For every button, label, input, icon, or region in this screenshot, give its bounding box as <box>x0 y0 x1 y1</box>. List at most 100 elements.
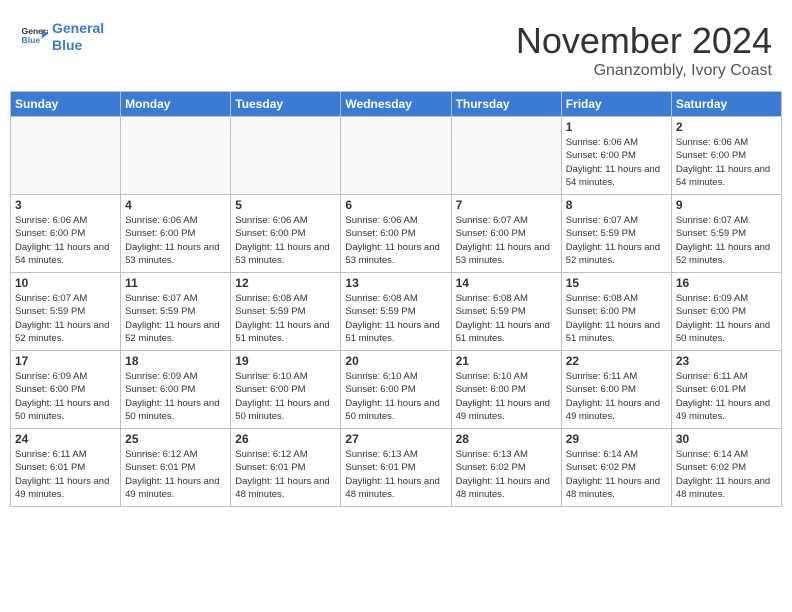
day-number: 9 <box>676 198 777 212</box>
day-info: Sunrise: 6:07 AM Sunset: 6:00 PM Dayligh… <box>456 214 557 267</box>
calendar-cell <box>231 117 341 195</box>
day-info: Sunrise: 6:14 AM Sunset: 6:02 PM Dayligh… <box>566 448 667 501</box>
day-info: Sunrise: 6:09 AM Sunset: 6:00 PM Dayligh… <box>676 292 777 345</box>
day-info: Sunrise: 6:13 AM Sunset: 6:01 PM Dayligh… <box>345 448 446 501</box>
weekday-header-saturday: Saturday <box>671 92 781 117</box>
day-number: 24 <box>15 432 116 446</box>
day-number: 21 <box>456 354 557 368</box>
day-info: Sunrise: 6:11 AM Sunset: 6:00 PM Dayligh… <box>566 370 667 423</box>
calendar-cell: 10 Sunrise: 6:07 AM Sunset: 5:59 PM Dayli… <box>11 273 121 351</box>
day-info: Sunrise: 6:08 AM Sunset: 5:59 PM Dayligh… <box>235 292 336 345</box>
calendar-cell: 24 Sunrise: 6:11 AM Sunset: 6:01 PM Dayli… <box>11 429 121 507</box>
calendar-cell: 4 Sunrise: 6:06 AM Sunset: 6:00 PM Daylig… <box>121 195 231 273</box>
day-info: Sunrise: 6:10 AM Sunset: 6:00 PM Dayligh… <box>345 370 446 423</box>
weekday-header-wednesday: Wednesday <box>341 92 451 117</box>
calendar-cell: 23 Sunrise: 6:11 AM Sunset: 6:01 PM Dayli… <box>671 351 781 429</box>
day-number: 19 <box>235 354 336 368</box>
calendar-cell <box>451 117 561 195</box>
day-number: 26 <box>235 432 336 446</box>
weekday-header-monday: Monday <box>121 92 231 117</box>
calendar-cell: 5 Sunrise: 6:06 AM Sunset: 6:00 PM Daylig… <box>231 195 341 273</box>
calendar-cell: 15 Sunrise: 6:08 AM Sunset: 6:00 PM Dayli… <box>561 273 671 351</box>
day-info: Sunrise: 6:08 AM Sunset: 5:59 PM Dayligh… <box>456 292 557 345</box>
day-number: 11 <box>125 276 226 290</box>
day-info: Sunrise: 6:08 AM Sunset: 5:59 PM Dayligh… <box>345 292 446 345</box>
day-number: 18 <box>125 354 226 368</box>
day-info: Sunrise: 6:12 AM Sunset: 6:01 PM Dayligh… <box>235 448 336 501</box>
calendar-cell <box>341 117 451 195</box>
weekday-header-friday: Friday <box>561 92 671 117</box>
calendar-cell: 27 Sunrise: 6:13 AM Sunset: 6:01 PM Dayli… <box>341 429 451 507</box>
day-number: 22 <box>566 354 667 368</box>
calendar-cell: 16 Sunrise: 6:09 AM Sunset: 6:00 PM Dayli… <box>671 273 781 351</box>
day-number: 2 <box>676 120 777 134</box>
day-number: 29 <box>566 432 667 446</box>
calendar-week-4: 17 Sunrise: 6:09 AM Sunset: 6:00 PM Dayli… <box>11 351 782 429</box>
day-info: Sunrise: 6:07 AM Sunset: 5:59 PM Dayligh… <box>125 292 226 345</box>
day-number: 3 <box>15 198 116 212</box>
weekday-header-tuesday: Tuesday <box>231 92 341 117</box>
day-number: 1 <box>566 120 667 134</box>
day-number: 8 <box>566 198 667 212</box>
calendar-cell: 13Sunrise: 6:08 AM Sunset: 5:59 PM Dayli… <box>341 273 451 351</box>
calendar-cell: 9Sunrise: 6:07 AM Sunset: 5:59 PM Daylig… <box>671 195 781 273</box>
day-info: Sunrise: 6:09 AM Sunset: 6:00 PM Dayligh… <box>15 370 116 423</box>
day-info: Sunrise: 6:06 AM Sunset: 6:00 PM Dayligh… <box>235 214 336 267</box>
day-number: 16 <box>676 276 777 290</box>
day-info: Sunrise: 6:06 AM Sunset: 6:00 PM Dayligh… <box>15 214 116 267</box>
day-number: 15 <box>566 276 667 290</box>
day-number: 10 <box>15 276 116 290</box>
day-number: 28 <box>456 432 557 446</box>
calendar-cell: 8Sunrise: 6:07 AM Sunset: 5:59 PM Daylig… <box>561 195 671 273</box>
logo: General Blue General Blue <box>20 20 104 54</box>
calendar-week-2: 3 Sunrise: 6:06 AM Sunset: 6:00 PM Daylig… <box>11 195 782 273</box>
day-info: Sunrise: 6:06 AM Sunset: 6:00 PM Dayligh… <box>345 214 446 267</box>
calendar-cell: 18 Sunrise: 6:09 AM Sunset: 6:00 PM Dayli… <box>121 351 231 429</box>
day-info: Sunrise: 6:14 AM Sunset: 6:02 PM Dayligh… <box>676 448 777 501</box>
day-number: 6 <box>345 198 446 212</box>
day-info: Sunrise: 6:06 AM Sunset: 6:00 PM Dayligh… <box>125 214 226 267</box>
day-info: Sunrise: 6:10 AM Sunset: 6:00 PM Dayligh… <box>235 370 336 423</box>
calendar-week-1: 1 Sunrise: 6:06 AM Sunset: 6:00 PM Daylig… <box>11 117 782 195</box>
day-info: Sunrise: 6:08 AM Sunset: 6:00 PM Dayligh… <box>566 292 667 345</box>
day-number: 23 <box>676 354 777 368</box>
calendar-cell: 17 Sunrise: 6:09 AM Sunset: 6:00 PM Dayli… <box>11 351 121 429</box>
logo-icon: General Blue <box>20 23 48 51</box>
weekday-header-sunday: Sunday <box>11 92 121 117</box>
calendar-cell: 19 Sunrise: 6:10 AM Sunset: 6:00 PM Dayli… <box>231 351 341 429</box>
weekday-header-thursday: Thursday <box>451 92 561 117</box>
calendar-week-5: 24 Sunrise: 6:11 AM Sunset: 6:01 PM Dayli… <box>11 429 782 507</box>
day-info: Sunrise: 6:13 AM Sunset: 6:02 PM Dayligh… <box>456 448 557 501</box>
calendar-header-row: SundayMondayTuesdayWednesdayThursdayFrid… <box>11 92 782 117</box>
calendar-cell: 21 Sunrise: 6:10 AM Sunset: 6:00 PM Dayli… <box>451 351 561 429</box>
day-number: 5 <box>235 198 336 212</box>
day-number: 4 <box>125 198 226 212</box>
calendar-week-3: 10 Sunrise: 6:07 AM Sunset: 5:59 PM Dayli… <box>11 273 782 351</box>
day-info: Sunrise: 6:06 AM Sunset: 6:00 PM Dayligh… <box>676 136 777 189</box>
day-number: 25 <box>125 432 226 446</box>
title-block: November 2024 Gnanzombly, Ivory Coast <box>516 20 772 80</box>
calendar-cell: 1 Sunrise: 6:06 AM Sunset: 6:00 PM Daylig… <box>561 117 671 195</box>
day-info: Sunrise: 6:11 AM Sunset: 6:01 PM Dayligh… <box>676 370 777 423</box>
day-info: Sunrise: 6:12 AM Sunset: 6:01 PM Dayligh… <box>125 448 226 501</box>
location-title: Gnanzombly, Ivory Coast <box>516 62 772 80</box>
svg-text:Blue: Blue <box>22 35 41 45</box>
day-number: 12 <box>235 276 336 290</box>
calendar-cell: 22 Sunrise: 6:11 AM Sunset: 6:00 PM Dayli… <box>561 351 671 429</box>
page-header: General Blue General Blue November 2024 … <box>10 10 782 85</box>
day-number: 27 <box>345 432 446 446</box>
calendar-cell: 26 Sunrise: 6:12 AM Sunset: 6:01 PM Dayli… <box>231 429 341 507</box>
day-number: 14 <box>456 276 557 290</box>
day-number: 17 <box>15 354 116 368</box>
day-info: Sunrise: 6:06 AM Sunset: 6:00 PM Dayligh… <box>566 136 667 189</box>
calendar-cell <box>121 117 231 195</box>
calendar-cell: 11 Sunrise: 6:07 AM Sunset: 5:59 PM Dayli… <box>121 273 231 351</box>
day-info: Sunrise: 6:07 AM Sunset: 5:59 PM Dayligh… <box>15 292 116 345</box>
calendar-cell: 20Sunrise: 6:10 AM Sunset: 6:00 PM Dayli… <box>341 351 451 429</box>
day-info: Sunrise: 6:09 AM Sunset: 6:00 PM Dayligh… <box>125 370 226 423</box>
day-info: Sunrise: 6:10 AM Sunset: 6:00 PM Dayligh… <box>456 370 557 423</box>
calendar-table: SundayMondayTuesdayWednesdayThursdayFrid… <box>10 91 782 507</box>
day-info: Sunrise: 6:11 AM Sunset: 6:01 PM Dayligh… <box>15 448 116 501</box>
calendar-cell: 2 Sunrise: 6:06 AM Sunset: 6:00 PM Daylig… <box>671 117 781 195</box>
day-number: 30 <box>676 432 777 446</box>
